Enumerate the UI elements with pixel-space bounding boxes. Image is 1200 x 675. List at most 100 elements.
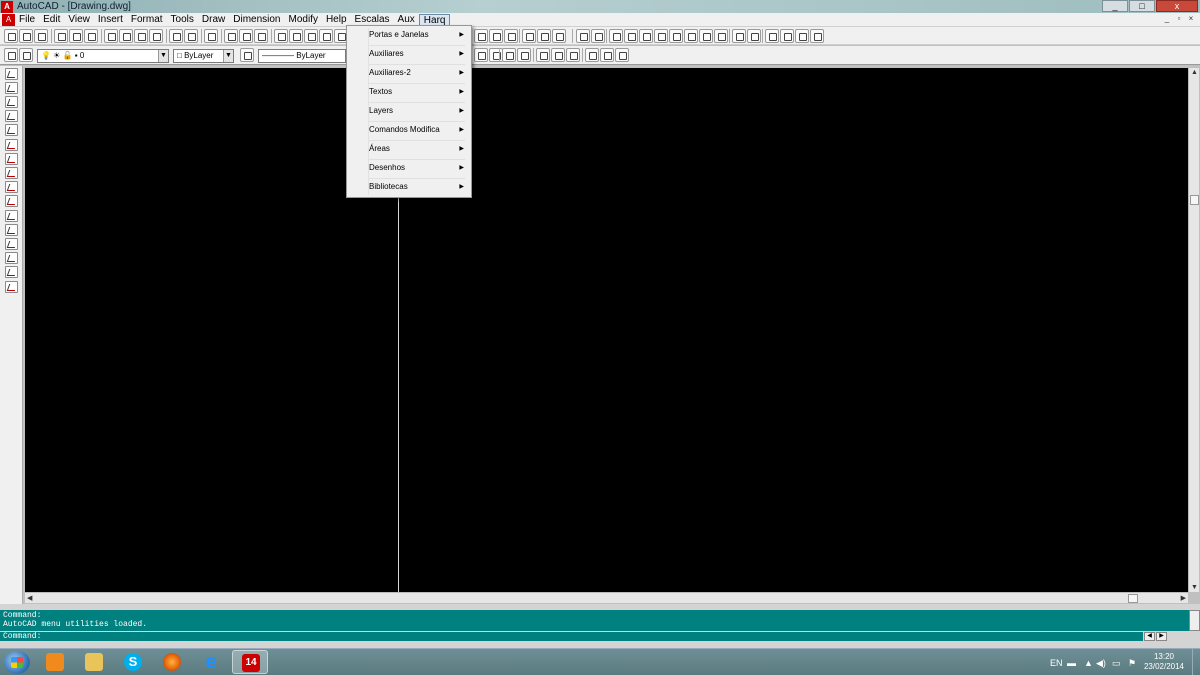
start-button[interactable] xyxy=(4,651,30,674)
clock[interactable]: 13:20 23/02/2014 xyxy=(1144,652,1184,672)
render-icon[interactable] xyxy=(765,29,779,43)
network-icon[interactable]: ▭ xyxy=(1112,658,1121,669)
stretch-icon[interactable] xyxy=(5,181,18,193)
object-snap-icon[interactable] xyxy=(224,29,238,43)
cone-icon[interactable] xyxy=(654,29,668,43)
tool-icon[interactable] xyxy=(517,48,531,62)
command-scroll-icon[interactable] xyxy=(1189,610,1200,631)
fillet-icon[interactable] xyxy=(5,266,18,278)
lengthen-icon[interactable] xyxy=(5,195,18,207)
menu-item-auxiliares-2[interactable]: Auxiliares-2 ▶ xyxy=(349,64,469,83)
maximize-button[interactable]: □ xyxy=(1129,0,1155,12)
layer-dropdown[interactable]: 💡 ☀ 🔓 ▪ 0 ▼ xyxy=(37,49,169,63)
horizontal-scroll-thumb[interactable] xyxy=(1128,594,1138,603)
menu-format[interactable]: Format xyxy=(127,14,167,26)
target-icon[interactable] xyxy=(489,48,503,62)
hyperlink-icon[interactable] xyxy=(204,29,218,43)
minimize-button[interactable]: _ xyxy=(1102,0,1128,12)
menu-item-bibliotecas[interactable]: Bibliotecas ▶ xyxy=(349,178,469,197)
menu-item-comandos-modifica[interactable]: Comandos Modifica ▶ xyxy=(349,121,469,140)
keyboard-icon[interactable]: ▬ xyxy=(1067,658,1076,668)
linetype-icon[interactable] xyxy=(240,48,254,62)
mirror-icon[interactable] xyxy=(5,96,18,108)
show-hidden-icons-icon[interactable]: ▲ xyxy=(1084,658,1093,668)
match-properties-icon[interactable] xyxy=(149,29,163,43)
taskbar-firefox[interactable] xyxy=(154,650,190,674)
box-icon[interactable] xyxy=(609,29,623,43)
move-icon[interactable] xyxy=(5,139,18,151)
tool-icon[interactable] xyxy=(504,29,518,43)
doc-close-button[interactable]: × xyxy=(1186,14,1196,24)
zoom-window-icon[interactable] xyxy=(319,29,333,43)
taskbar-autocad[interactable]: 14 xyxy=(232,650,268,674)
make-layer-current-icon[interactable] xyxy=(19,48,33,62)
menu-view[interactable]: View xyxy=(64,14,94,26)
scroll-right-icon[interactable]: ▶ xyxy=(1181,594,1186,602)
chevron-down-icon[interactable]: ▼ xyxy=(158,50,168,62)
ellipse-icon[interactable] xyxy=(522,29,536,43)
dish-icon[interactable] xyxy=(699,29,713,43)
ucs-icon[interactable] xyxy=(239,29,253,43)
scale-icon[interactable] xyxy=(5,167,18,179)
new-icon[interactable] xyxy=(4,29,18,43)
menu-file[interactable]: File xyxy=(15,14,39,26)
document-icon[interactable]: A xyxy=(2,13,15,26)
copy-icon[interactable] xyxy=(119,29,133,43)
drawing-canvas[interactable] xyxy=(25,68,1188,592)
cut-icon[interactable] xyxy=(104,29,118,43)
menu-insert[interactable]: Insert xyxy=(94,14,127,26)
tool-icon[interactable] xyxy=(585,48,599,62)
explode-icon[interactable] xyxy=(5,281,18,293)
surface-icon[interactable] xyxy=(591,29,605,43)
menu-item-layers[interactable]: Layers ▶ xyxy=(349,102,469,121)
menu-tools[interactable]: Tools xyxy=(167,14,198,26)
tool-icon[interactable] xyxy=(502,48,516,62)
layers-icon[interactable] xyxy=(4,48,18,62)
redo-icon[interactable] xyxy=(184,29,198,43)
scroll-left-icon[interactable]: ◀ xyxy=(27,594,32,602)
pyramid-icon[interactable] xyxy=(639,29,653,43)
array-icon[interactable] xyxy=(5,124,18,136)
render-icon[interactable] xyxy=(795,29,809,43)
circle-icon[interactable] xyxy=(537,29,551,43)
pan-icon[interactable] xyxy=(289,29,303,43)
menu-item-areas[interactable]: Áreas ▶ xyxy=(349,140,469,159)
extend-icon[interactable] xyxy=(5,224,18,236)
rotate-icon[interactable] xyxy=(5,153,18,165)
menu-item-portas-e-janelas[interactable]: Portas e Janelas ▶ xyxy=(349,26,469,45)
render-icon[interactable] xyxy=(810,29,824,43)
solid-icon[interactable] xyxy=(732,29,746,43)
chevron-down-icon[interactable]: ▼ xyxy=(223,50,233,62)
zoom-realtime-icon[interactable] xyxy=(304,29,318,43)
action-center-flag-icon[interactable]: ⚑ xyxy=(1128,658,1136,669)
undo-icon[interactable] xyxy=(169,29,183,43)
tool-icon[interactable] xyxy=(615,48,629,62)
show-desktop-button[interactable] xyxy=(1192,649,1200,675)
tool-icon[interactable] xyxy=(474,29,488,43)
command-prompt[interactable]: Command: xyxy=(0,632,1143,641)
taskbar-skype[interactable]: S xyxy=(115,650,151,674)
doc-minimize-button[interactable]: _ xyxy=(1162,14,1172,24)
linetype-dropdown[interactable]: ———— ByLayer xyxy=(258,49,346,63)
menu-edit[interactable]: Edit xyxy=(39,14,64,26)
spell-check-icon[interactable] xyxy=(84,29,98,43)
wedge-icon[interactable] xyxy=(624,29,638,43)
horizontal-scrollbar[interactable]: ◀ ▶ xyxy=(25,592,1188,603)
scroll-up-icon[interactable]: ▲ xyxy=(1191,69,1198,76)
chamfer-icon[interactable] xyxy=(5,252,18,264)
scroll-left-icon[interactable]: ◀ xyxy=(1144,632,1155,641)
language-indicator[interactable]: EN xyxy=(1050,658,1063,668)
dome-icon[interactable] xyxy=(684,29,698,43)
menu-draw[interactable]: Draw xyxy=(198,14,229,26)
menu-help[interactable]: Help xyxy=(322,14,351,26)
paste-icon[interactable] xyxy=(134,29,148,43)
close-button[interactable]: x xyxy=(1156,0,1198,12)
inquiry-icon[interactable] xyxy=(254,29,268,43)
zero-icon[interactable] xyxy=(552,29,566,43)
open-icon[interactable] xyxy=(19,29,33,43)
solid-icon[interactable] xyxy=(747,29,761,43)
color-dropdown[interactable]: □ ByLayer ▼ xyxy=(173,49,234,63)
save-icon[interactable] xyxy=(34,29,48,43)
taskbar-internet-explorer[interactable]: e xyxy=(193,650,229,674)
menu-escalas[interactable]: Escalas xyxy=(351,14,394,26)
